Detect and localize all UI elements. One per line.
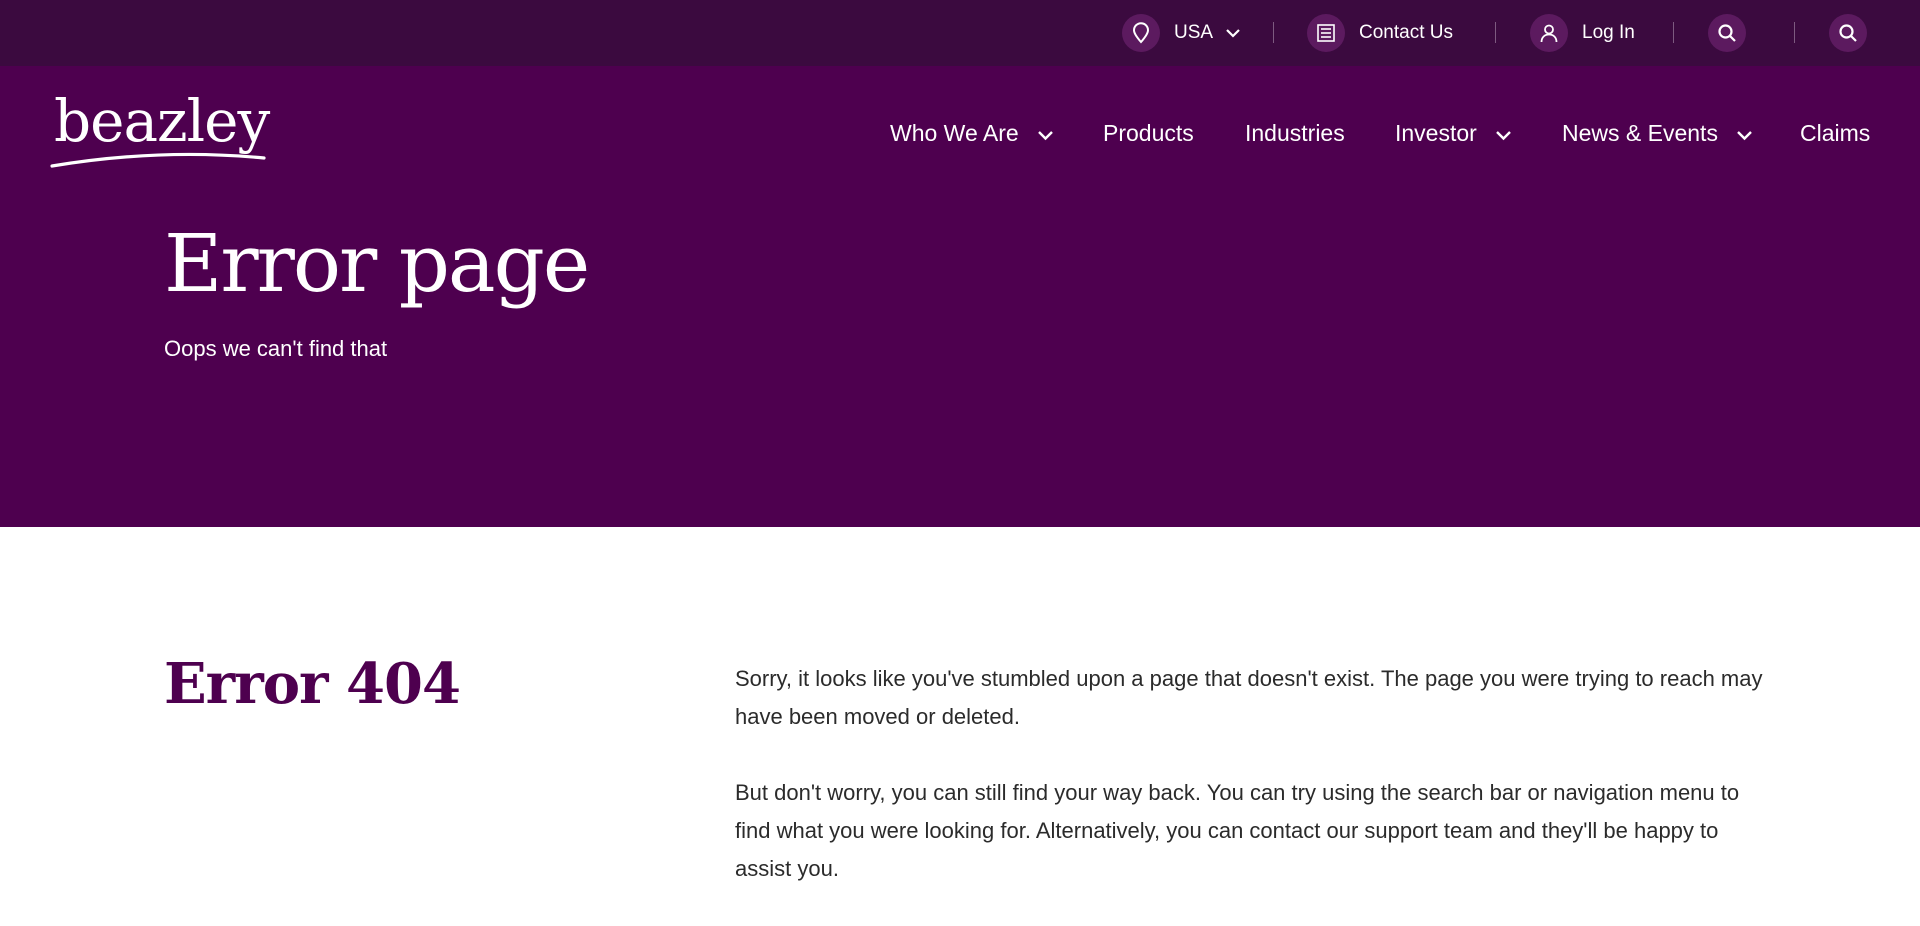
nav-label: Industries xyxy=(1245,119,1345,146)
chevron-down-icon xyxy=(1495,120,1512,147)
utility-divider xyxy=(1794,22,1795,43)
error-message: Sorry, it looks like you've stumbled upo… xyxy=(735,660,1765,926)
chevron-down-icon xyxy=(1037,120,1054,147)
search-button-secondary[interactable] xyxy=(1829,14,1867,52)
beazley-logo[interactable]: beazley xyxy=(50,87,270,170)
utility-bar: USA Contact Us Log In xyxy=(0,0,1920,66)
search-icon xyxy=(1829,14,1867,52)
utility-divider xyxy=(1673,22,1674,43)
error-paragraph: But don't worry, you can still find your… xyxy=(735,780,1740,881)
utility-divider xyxy=(1273,22,1274,43)
nav-label: Products xyxy=(1103,119,1194,146)
nav-investor[interactable]: Investor xyxy=(1395,113,1512,153)
hero-banner: beazley Who We Are Products Industries I… xyxy=(0,66,1920,527)
search-button[interactable] xyxy=(1708,14,1746,52)
region-label: USA xyxy=(1174,22,1214,43)
chevron-down-icon xyxy=(1225,22,1241,44)
error-heading: Error 404 xyxy=(164,651,461,717)
logo-swoosh xyxy=(50,152,266,168)
document-list-icon xyxy=(1307,14,1345,52)
contact-us-label: Contact Us xyxy=(1359,22,1453,43)
chevron-down-icon xyxy=(1736,120,1753,147)
nav-label: Claims xyxy=(1800,119,1871,146)
nav-label: Who We Are xyxy=(890,119,1019,146)
search-icon xyxy=(1708,14,1746,52)
utility-divider xyxy=(1495,22,1496,43)
nav-news-events[interactable]: News & Events xyxy=(1562,113,1753,153)
nav-label: News & Events xyxy=(1562,119,1718,146)
user-icon xyxy=(1530,14,1568,52)
region-selector[interactable]: USA xyxy=(1122,14,1241,52)
page-title: Error page xyxy=(164,217,590,310)
logo-wordmark: beazley xyxy=(54,87,270,155)
nav-claims[interactable]: Claims xyxy=(1800,113,1870,153)
page-subtitle: Oops we can't find that xyxy=(164,336,388,361)
nav-who-we-are[interactable]: Who We Are xyxy=(890,113,1054,153)
nav-products[interactable]: Products xyxy=(1103,113,1194,153)
nav-industries[interactable]: Industries xyxy=(1245,113,1345,153)
login-label: Log In xyxy=(1582,22,1635,43)
login-link[interactable]: Log In xyxy=(1530,14,1635,52)
error-paragraph: Sorry, it looks like you've stumbled upo… xyxy=(735,666,1763,729)
location-pin-icon xyxy=(1122,14,1160,52)
nav-label: Investor xyxy=(1395,119,1477,146)
contact-us-link[interactable]: Contact Us xyxy=(1307,14,1453,52)
